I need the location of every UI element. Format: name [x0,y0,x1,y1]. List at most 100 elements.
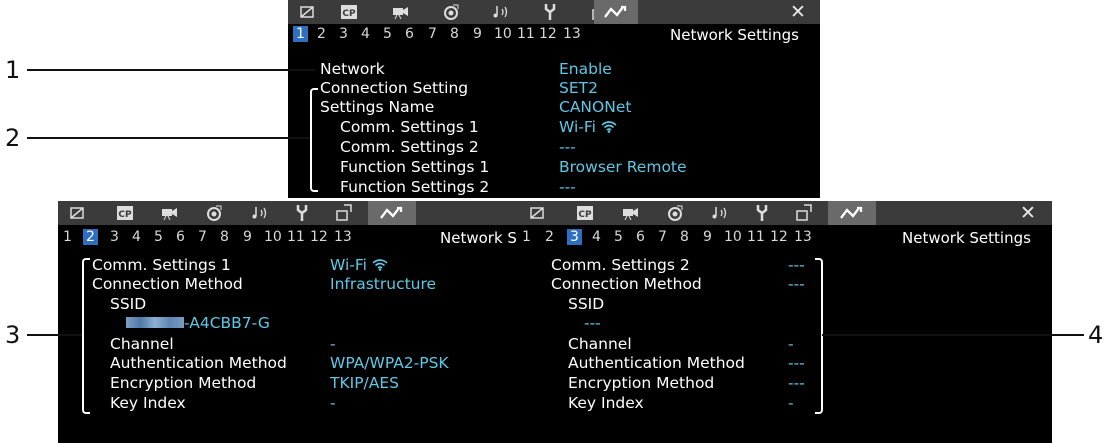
encryption-method-label[interactable]: Encryption Method [568,374,714,392]
connection-method-label[interactable]: Connection Method [551,275,702,293]
key-index-value[interactable]: - [330,394,336,412]
monitor-icon[interactable] [60,201,94,225]
connection-setting-label[interactable]: Connection Setting [320,79,468,97]
encryption-method-value[interactable]: TKIP/AES [330,374,399,392]
authentication-method-label[interactable]: Authentication Method [568,354,745,372]
authentication-method-value[interactable]: WPA/WPA2-PSK [330,354,449,372]
comm-settings-2-value[interactable]: --- [788,256,805,274]
key-index-label[interactable]: Key Index [110,394,186,412]
connection-method-label[interactable]: Connection Method [92,275,243,293]
network-label[interactable]: Network [320,60,385,78]
function-settings-2-value[interactable]: --- [559,178,576,196]
page-tab-7[interactable]: 7 [428,26,437,42]
network-icon[interactable] [828,201,876,225]
page-tab-5[interactable]: 5 [614,229,623,245]
comm-settings-2-value[interactable]: --- [559,138,576,156]
page-tab-10[interactable]: 10 [724,229,742,245]
audio-icon[interactable] [484,0,518,24]
key-index-label[interactable]: Key Index [568,394,644,412]
camera-icon[interactable] [613,201,647,225]
page-tab-6[interactable]: 6 [405,26,414,42]
page-tab-6[interactable]: 6 [176,229,185,245]
page-tab-5[interactable]: 5 [383,26,392,42]
camera-icon[interactable] [383,0,417,24]
cp-icon[interactable]: CP [332,0,366,24]
settings-name-label[interactable]: Settings Name [320,98,434,116]
page-tab-2[interactable]: 2 [545,229,554,245]
channel-label[interactable]: Channel [568,335,632,353]
close-icon[interactable]: ✕ [786,0,810,24]
page-tab-2[interactable]: 2 [317,26,326,42]
page-tab-1[interactable]: 1 [522,229,531,245]
close-icon[interactable]: ✕ [1016,201,1040,225]
page-tab-7[interactable]: 7 [198,229,207,245]
page-tab-13[interactable]: 13 [794,229,812,245]
record-icon[interactable] [197,201,231,225]
authentication-method-value[interactable]: --- [788,354,805,372]
page-tab-12[interactable]: 12 [310,229,328,245]
ssid-value[interactable]: -A4CBB7-G [126,314,270,332]
key-index-value[interactable]: - [788,394,794,412]
page-tab-2[interactable]: 2 [83,229,98,245]
page-tab-10[interactable]: 10 [264,229,282,245]
function-settings-2-label[interactable]: Function Settings 2 [340,178,489,196]
page-tab-3[interactable]: 3 [567,229,582,245]
page-tab-3[interactable]: 3 [339,26,348,42]
wrench-icon[interactable] [533,0,567,24]
page-tab-8[interactable]: 8 [680,229,689,245]
monitor-icon[interactable] [520,201,554,225]
page-tab-12[interactable]: 12 [770,229,788,245]
function-settings-1-label[interactable]: Function Settings 1 [340,158,489,176]
page-tab-3[interactable]: 3 [110,229,119,245]
page-tab-11[interactable]: 11 [517,26,535,42]
audio-icon[interactable] [703,201,737,225]
comm-settings-1-label[interactable]: Comm. Settings 1 [340,118,479,136]
channel-value[interactable]: - [330,335,336,353]
playback-settings-icon[interactable] [327,201,361,225]
record-icon[interactable] [658,201,692,225]
encryption-method-value[interactable]: --- [788,374,805,392]
page-tab-5[interactable]: 5 [154,229,163,245]
wrench-icon[interactable] [285,201,319,225]
ssid-label[interactable]: SSID [110,295,146,313]
page-tab-13[interactable]: 13 [334,229,352,245]
channel-label[interactable]: Channel [110,335,174,353]
page-tab-12[interactable]: 12 [539,26,557,42]
page-tab-11[interactable]: 11 [287,229,305,245]
network-value[interactable]: Enable [559,60,612,78]
cp-icon[interactable]: CP [568,201,602,225]
wrench-icon[interactable] [745,201,779,225]
authentication-method-label[interactable]: Authentication Method [110,354,287,372]
cp-icon[interactable]: CP [108,201,142,225]
settings-name-value[interactable]: CANONet [559,98,631,116]
function-settings-1-value[interactable]: Browser Remote [559,158,687,176]
connection-method-value[interactable]: --- [788,275,805,293]
comm-settings-1-value[interactable]: Wi-Fi [559,118,617,136]
page-tab-8[interactable]: 8 [450,26,459,42]
page-tab-9[interactable]: 9 [243,229,252,245]
monitor-icon[interactable] [290,0,324,24]
page-tab-8[interactable]: 8 [220,229,229,245]
page-tab-7[interactable]: 7 [658,229,667,245]
channel-value[interactable]: - [788,335,794,353]
page-tab-6[interactable]: 6 [636,229,645,245]
page-tab-11[interactable]: 11 [747,229,765,245]
ssid-value[interactable]: --- [584,314,601,332]
page-tab-4[interactable]: 4 [592,229,601,245]
page-tab-9[interactable]: 9 [473,26,482,42]
page-tab-4[interactable]: 4 [361,26,370,42]
page-tab-1[interactable]: 1 [293,26,308,42]
connection-setting-value[interactable]: SET2 [559,79,598,97]
record-icon[interactable] [434,0,468,24]
comm-settings-2-label[interactable]: Comm. Settings 2 [340,138,479,156]
connection-method-value[interactable]: Infrastructure [330,275,436,293]
comm-settings-2-label[interactable]: Comm. Settings 2 [551,256,690,274]
network-icon[interactable] [594,0,638,24]
page-tab-9[interactable]: 9 [703,229,712,245]
comm-settings-1-value[interactable]: Wi-Fi [330,256,388,274]
page-tab-13[interactable]: 13 [563,26,581,42]
ssid-label[interactable]: SSID [568,295,604,313]
page-tab-4[interactable]: 4 [132,229,141,245]
encryption-method-label[interactable]: Encryption Method [110,374,256,392]
audio-icon[interactable] [243,201,277,225]
